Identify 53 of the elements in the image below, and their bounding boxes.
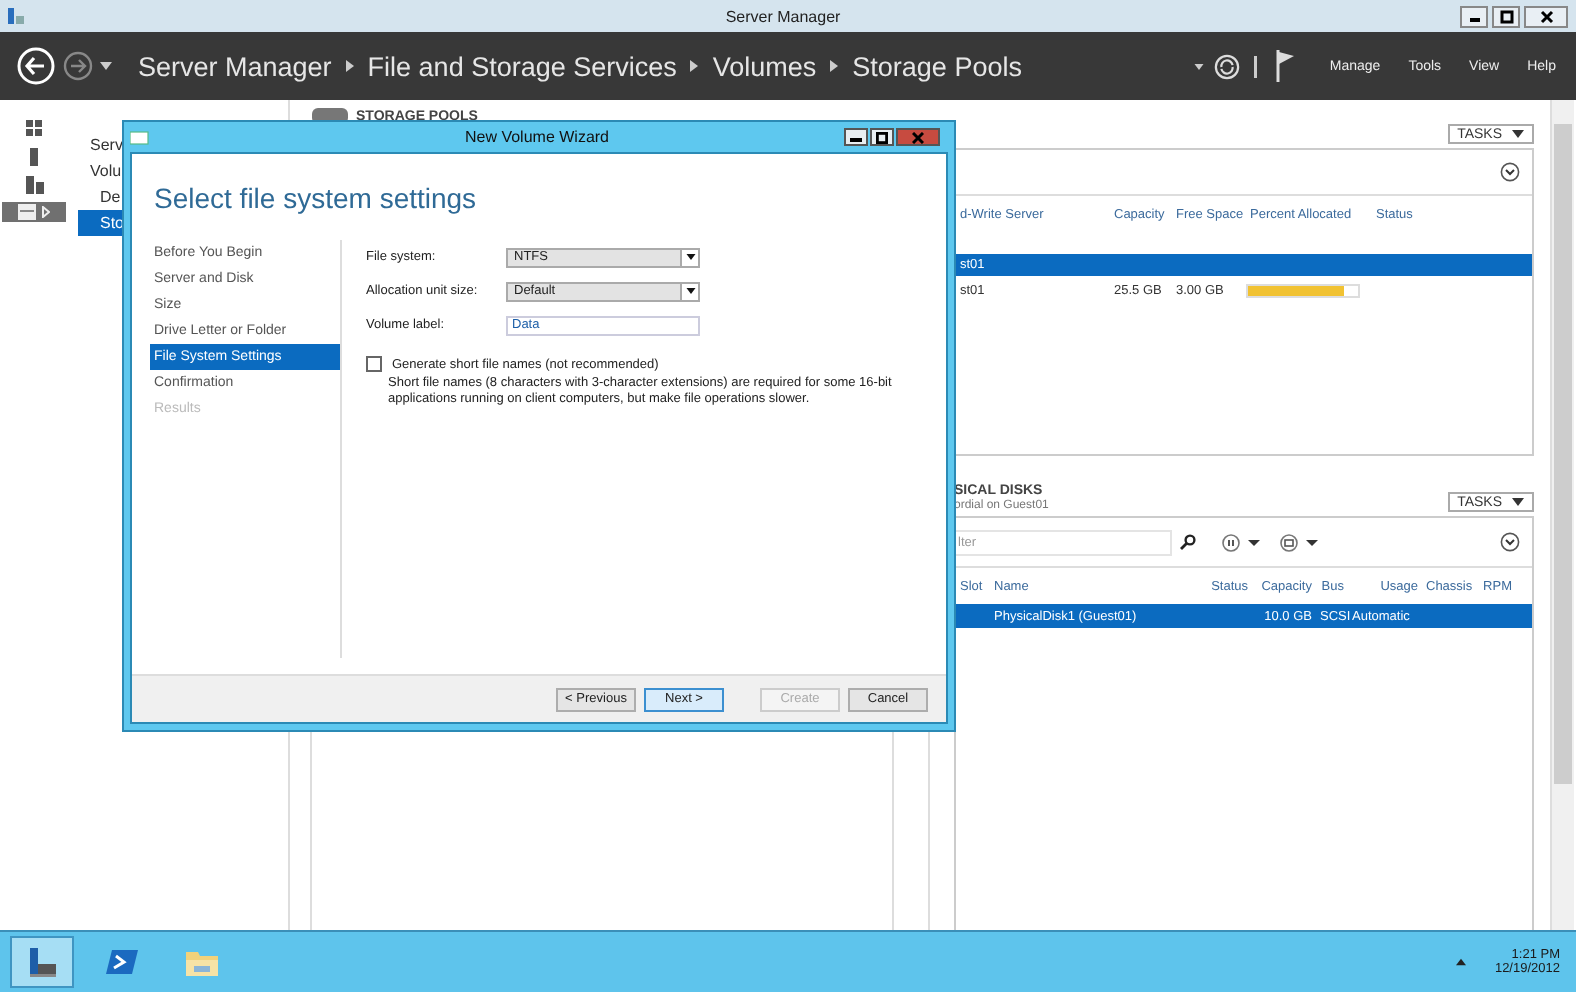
chevron-icon <box>830 60 839 72</box>
scrollbar[interactable] <box>1550 100 1574 930</box>
back-icon[interactable] <box>16 46 56 86</box>
breadcrumb-item[interactable]: Volumes <box>712 51 817 81</box>
forward-icon[interactable] <box>62 50 94 82</box>
dropdown-icon[interactable] <box>1193 63 1204 69</box>
powershell-icon <box>106 948 138 976</box>
close-icon <box>1539 9 1554 23</box>
divider-icon <box>1253 55 1258 77</box>
maximize-button[interactable] <box>870 128 894 146</box>
breadcrumb-item[interactable]: File and Storage Services <box>367 51 677 81</box>
chevron-icon <box>690 60 699 72</box>
refresh-icon[interactable] <box>1213 53 1240 79</box>
nav-icon-tile[interactable] <box>2 202 66 222</box>
sidebar-item[interactable]: Serv <box>68 132 122 158</box>
storage-icon <box>18 204 36 220</box>
app-icon <box>6 6 26 26</box>
servers-icon <box>25 175 43 193</box>
tray-arrow-icon[interactable] <box>1456 958 1467 966</box>
window-title: Server Manager <box>725 7 841 25</box>
expand-arrow-icon <box>42 206 50 218</box>
close-icon <box>912 131 924 143</box>
taskbar-app[interactable] <box>10 936 74 988</box>
checkbox[interactable] <box>366 356 382 372</box>
dropdown-icon <box>685 288 695 294</box>
server-icon <box>30 147 38 165</box>
wizard-app-icon <box>130 128 150 146</box>
minimize-button[interactable] <box>844 128 868 146</box>
dropdown-icon <box>1512 130 1524 138</box>
breadcrumb-item[interactable]: Storage Pools <box>852 51 1022 81</box>
flag-icon[interactable] <box>1275 50 1296 82</box>
dropdown-icon[interactable] <box>100 62 112 70</box>
restore-icon <box>1499 9 1514 23</box>
minimize-button[interactable] <box>1460 5 1489 27</box>
close-button[interactable] <box>1524 5 1569 27</box>
search-icon <box>1180 534 1196 550</box>
restore-button[interactable] <box>1492 5 1521 27</box>
maximize-icon <box>876 131 888 143</box>
filter-options-icon[interactable] <box>1222 533 1262 551</box>
breadcrumb-item[interactable]: Server Manager <box>138 51 332 81</box>
folder-icon <box>184 947 220 977</box>
sidebar-item[interactable]: Volu <box>68 158 122 184</box>
wizard-heading: Select file system settings <box>152 180 479 218</box>
dropdown-icon <box>685 254 695 260</box>
column-options-icon[interactable] <box>1280 533 1320 551</box>
expand-icon[interactable] <box>1500 532 1520 552</box>
dashboard-icon <box>26 120 42 136</box>
window-title: New Volume Wizard <box>464 128 610 146</box>
expand-icon[interactable] <box>1500 162 1520 182</box>
dropdown-icon <box>1512 498 1524 506</box>
server-manager-icon <box>26 946 58 978</box>
chevron-icon <box>345 60 354 72</box>
sidebar-item[interactable]: De <box>68 184 122 210</box>
